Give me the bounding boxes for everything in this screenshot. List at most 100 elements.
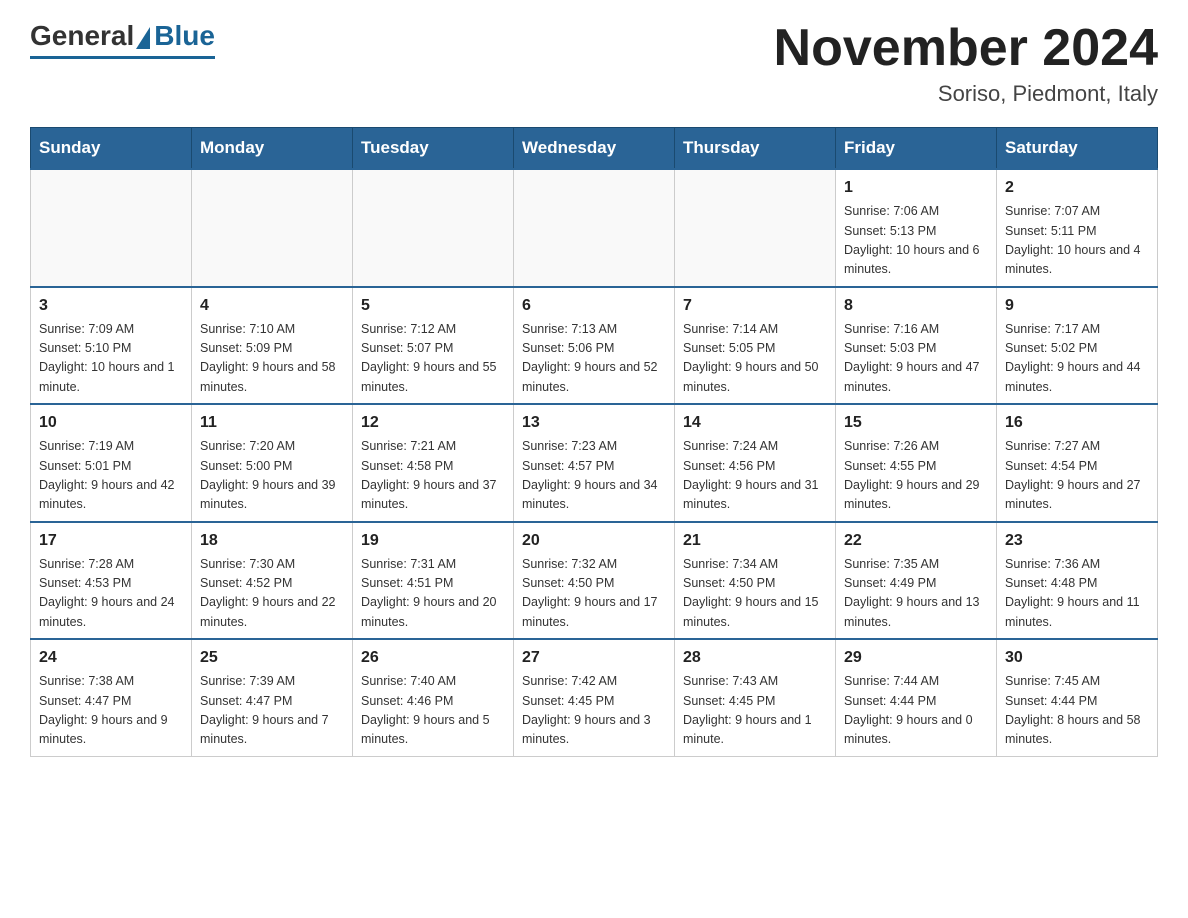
day-number: 24: [39, 646, 183, 670]
calendar-table: SundayMondayTuesdayWednesdayThursdayFrid…: [30, 127, 1158, 757]
day-number: 1: [844, 176, 988, 200]
calendar-cell: 13Sunrise: 7:23 AMSunset: 4:57 PMDayligh…: [514, 404, 675, 522]
day-number: 21: [683, 529, 827, 553]
location-text: Soriso, Piedmont, Italy: [774, 81, 1158, 107]
weekday-header-sunday: Sunday: [31, 128, 192, 170]
weekday-header-friday: Friday: [836, 128, 997, 170]
calendar-cell: 12Sunrise: 7:21 AMSunset: 4:58 PMDayligh…: [353, 404, 514, 522]
day-number: 11: [200, 411, 344, 435]
day-info: Sunrise: 7:09 AMSunset: 5:10 PMDaylight:…: [39, 320, 183, 398]
calendar-cell: 11Sunrise: 7:20 AMSunset: 5:00 PMDayligh…: [192, 404, 353, 522]
day-info: Sunrise: 7:24 AMSunset: 4:56 PMDaylight:…: [683, 437, 827, 515]
calendar-cell: [353, 169, 514, 287]
day-number: 18: [200, 529, 344, 553]
calendar-cell: 8Sunrise: 7:16 AMSunset: 5:03 PMDaylight…: [836, 287, 997, 405]
day-number: 28: [683, 646, 827, 670]
day-number: 5: [361, 294, 505, 318]
calendar-cell: 7Sunrise: 7:14 AMSunset: 5:05 PMDaylight…: [675, 287, 836, 405]
day-info: Sunrise: 7:10 AMSunset: 5:09 PMDaylight:…: [200, 320, 344, 398]
day-number: 30: [1005, 646, 1149, 670]
calendar-cell: 25Sunrise: 7:39 AMSunset: 4:47 PMDayligh…: [192, 639, 353, 756]
day-info: Sunrise: 7:07 AMSunset: 5:11 PMDaylight:…: [1005, 202, 1149, 280]
calendar-cell: 28Sunrise: 7:43 AMSunset: 4:45 PMDayligh…: [675, 639, 836, 756]
day-info: Sunrise: 7:44 AMSunset: 4:44 PMDaylight:…: [844, 672, 988, 750]
calendar-cell: [675, 169, 836, 287]
calendar-cell: 14Sunrise: 7:24 AMSunset: 4:56 PMDayligh…: [675, 404, 836, 522]
day-number: 6: [522, 294, 666, 318]
day-info: Sunrise: 7:43 AMSunset: 4:45 PMDaylight:…: [683, 672, 827, 750]
calendar-week-row: 3Sunrise: 7:09 AMSunset: 5:10 PMDaylight…: [31, 287, 1158, 405]
calendar-cell: 30Sunrise: 7:45 AMSunset: 4:44 PMDayligh…: [997, 639, 1158, 756]
logo-general-text: General: [30, 20, 134, 52]
day-number: 19: [361, 529, 505, 553]
day-info: Sunrise: 7:30 AMSunset: 4:52 PMDaylight:…: [200, 555, 344, 633]
day-info: Sunrise: 7:42 AMSunset: 4:45 PMDaylight:…: [522, 672, 666, 750]
calendar-cell: [192, 169, 353, 287]
calendar-week-row: 24Sunrise: 7:38 AMSunset: 4:47 PMDayligh…: [31, 639, 1158, 756]
day-number: 26: [361, 646, 505, 670]
day-info: Sunrise: 7:16 AMSunset: 5:03 PMDaylight:…: [844, 320, 988, 398]
day-number: 3: [39, 294, 183, 318]
day-info: Sunrise: 7:06 AMSunset: 5:13 PMDaylight:…: [844, 202, 988, 280]
day-info: Sunrise: 7:34 AMSunset: 4:50 PMDaylight:…: [683, 555, 827, 633]
calendar-week-row: 17Sunrise: 7:28 AMSunset: 4:53 PMDayligh…: [31, 522, 1158, 640]
day-info: Sunrise: 7:27 AMSunset: 4:54 PMDaylight:…: [1005, 437, 1149, 515]
calendar-cell: 27Sunrise: 7:42 AMSunset: 4:45 PMDayligh…: [514, 639, 675, 756]
day-number: 25: [200, 646, 344, 670]
calendar-cell: 16Sunrise: 7:27 AMSunset: 4:54 PMDayligh…: [997, 404, 1158, 522]
day-number: 10: [39, 411, 183, 435]
calendar-cell: 2Sunrise: 7:07 AMSunset: 5:11 PMDaylight…: [997, 169, 1158, 287]
calendar-cell: 22Sunrise: 7:35 AMSunset: 4:49 PMDayligh…: [836, 522, 997, 640]
calendar-cell: [31, 169, 192, 287]
day-info: Sunrise: 7:14 AMSunset: 5:05 PMDaylight:…: [683, 320, 827, 398]
day-number: 9: [1005, 294, 1149, 318]
title-block: November 2024 Soriso, Piedmont, Italy: [774, 20, 1158, 107]
day-info: Sunrise: 7:19 AMSunset: 5:01 PMDaylight:…: [39, 437, 183, 515]
day-number: 29: [844, 646, 988, 670]
day-info: Sunrise: 7:32 AMSunset: 4:50 PMDaylight:…: [522, 555, 666, 633]
calendar-cell: 20Sunrise: 7:32 AMSunset: 4:50 PMDayligh…: [514, 522, 675, 640]
calendar-cell: 29Sunrise: 7:44 AMSunset: 4:44 PMDayligh…: [836, 639, 997, 756]
day-number: 16: [1005, 411, 1149, 435]
day-number: 7: [683, 294, 827, 318]
logo-triangle-icon: [136, 27, 150, 49]
day-number: 4: [200, 294, 344, 318]
day-number: 27: [522, 646, 666, 670]
calendar-cell: 3Sunrise: 7:09 AMSunset: 5:10 PMDaylight…: [31, 287, 192, 405]
page-header: General Blue November 2024 Soriso, Piedm…: [30, 20, 1158, 107]
weekday-header-wednesday: Wednesday: [514, 128, 675, 170]
day-info: Sunrise: 7:23 AMSunset: 4:57 PMDaylight:…: [522, 437, 666, 515]
calendar-cell: 1Sunrise: 7:06 AMSunset: 5:13 PMDaylight…: [836, 169, 997, 287]
day-info: Sunrise: 7:13 AMSunset: 5:06 PMDaylight:…: [522, 320, 666, 398]
weekday-header-tuesday: Tuesday: [353, 128, 514, 170]
day-info: Sunrise: 7:17 AMSunset: 5:02 PMDaylight:…: [1005, 320, 1149, 398]
calendar-cell: 21Sunrise: 7:34 AMSunset: 4:50 PMDayligh…: [675, 522, 836, 640]
calendar-cell: 24Sunrise: 7:38 AMSunset: 4:47 PMDayligh…: [31, 639, 192, 756]
day-number: 23: [1005, 529, 1149, 553]
day-number: 14: [683, 411, 827, 435]
logo-blue-text: Blue: [154, 20, 215, 52]
weekday-header-row: SundayMondayTuesdayWednesdayThursdayFrid…: [31, 128, 1158, 170]
day-info: Sunrise: 7:35 AMSunset: 4:49 PMDaylight:…: [844, 555, 988, 633]
day-info: Sunrise: 7:12 AMSunset: 5:07 PMDaylight:…: [361, 320, 505, 398]
day-info: Sunrise: 7:38 AMSunset: 4:47 PMDaylight:…: [39, 672, 183, 750]
day-info: Sunrise: 7:28 AMSunset: 4:53 PMDaylight:…: [39, 555, 183, 633]
weekday-header-thursday: Thursday: [675, 128, 836, 170]
calendar-cell: 10Sunrise: 7:19 AMSunset: 5:01 PMDayligh…: [31, 404, 192, 522]
weekday-header-monday: Monday: [192, 128, 353, 170]
day-info: Sunrise: 7:31 AMSunset: 4:51 PMDaylight:…: [361, 555, 505, 633]
day-info: Sunrise: 7:45 AMSunset: 4:44 PMDaylight:…: [1005, 672, 1149, 750]
calendar-week-row: 1Sunrise: 7:06 AMSunset: 5:13 PMDaylight…: [31, 169, 1158, 287]
calendar-cell: 9Sunrise: 7:17 AMSunset: 5:02 PMDaylight…: [997, 287, 1158, 405]
day-info: Sunrise: 7:36 AMSunset: 4:48 PMDaylight:…: [1005, 555, 1149, 633]
weekday-header-saturday: Saturday: [997, 128, 1158, 170]
calendar-cell: [514, 169, 675, 287]
calendar-cell: 4Sunrise: 7:10 AMSunset: 5:09 PMDaylight…: [192, 287, 353, 405]
day-number: 15: [844, 411, 988, 435]
day-number: 12: [361, 411, 505, 435]
day-number: 2: [1005, 176, 1149, 200]
day-info: Sunrise: 7:21 AMSunset: 4:58 PMDaylight:…: [361, 437, 505, 515]
day-number: 22: [844, 529, 988, 553]
calendar-cell: 26Sunrise: 7:40 AMSunset: 4:46 PMDayligh…: [353, 639, 514, 756]
day-info: Sunrise: 7:26 AMSunset: 4:55 PMDaylight:…: [844, 437, 988, 515]
